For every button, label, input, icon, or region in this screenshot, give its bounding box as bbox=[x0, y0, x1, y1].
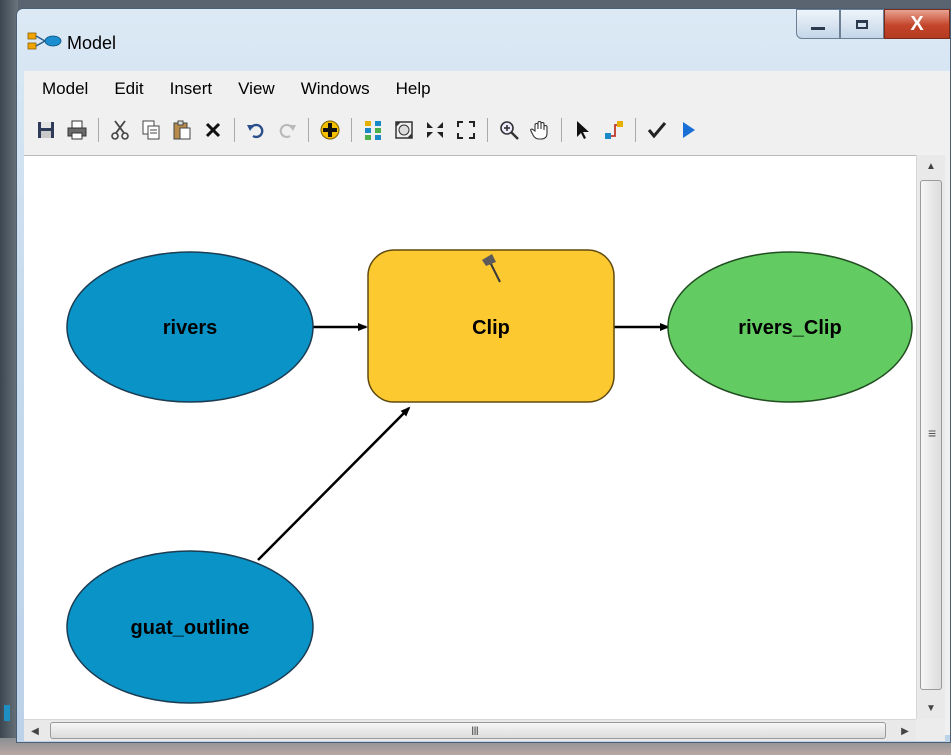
validate-button[interactable] bbox=[643, 116, 671, 144]
menu-model[interactable]: Model bbox=[34, 79, 99, 99]
menu-insert[interactable]: Insert bbox=[159, 79, 224, 99]
close-icon: X bbox=[910, 12, 924, 35]
toolbar-separator bbox=[234, 118, 235, 142]
window-client-area: Model Edit Insert View Windows Help rive… bbox=[24, 71, 950, 741]
window-controls: X bbox=[796, 9, 950, 39]
scroll-down-arrow-icon[interactable]: ▼ bbox=[917, 697, 945, 719]
zoom-in-button[interactable] bbox=[495, 116, 523, 144]
pan-icon bbox=[530, 121, 548, 140]
paste-button[interactable] bbox=[168, 116, 196, 144]
vertical-grip-icon: ≡ bbox=[928, 425, 937, 441]
connect-button[interactable] bbox=[600, 116, 628, 144]
undo-button[interactable] bbox=[242, 116, 270, 144]
validate-icon bbox=[647, 122, 667, 139]
node-rivers[interactable]: rivers bbox=[66, 251, 314, 403]
add-data-button[interactable] bbox=[316, 116, 344, 144]
node-guat-outline-label: guat_outline bbox=[131, 617, 250, 639]
toolbar-separator bbox=[635, 118, 636, 142]
select-icon bbox=[577, 121, 589, 139]
minimize-icon bbox=[811, 26, 825, 30]
model-canvas[interactable]: rivers Clip rivers_Clip guat_outline bbox=[24, 155, 945, 720]
menu-view[interactable]: View bbox=[227, 79, 286, 99]
cut-icon bbox=[111, 120, 129, 140]
minimize-button[interactable] bbox=[796, 9, 840, 39]
paste-icon bbox=[173, 120, 191, 140]
copy-icon bbox=[142, 120, 160, 140]
maximize-button[interactable] bbox=[840, 9, 884, 39]
model-diagram: rivers Clip rivers_Clip guat_outline bbox=[66, 249, 913, 704]
node-rivers-clip-label: rivers_Clip bbox=[738, 317, 841, 339]
horizontal-grip-icon: III bbox=[471, 724, 479, 738]
cut-button[interactable] bbox=[106, 116, 134, 144]
redo-button[interactable] bbox=[273, 116, 301, 144]
connect-icon bbox=[605, 121, 623, 139]
horizontal-scroll-thumb[interactable]: III bbox=[50, 722, 886, 739]
fixed-zoom-in-icon bbox=[427, 122, 443, 138]
print-icon bbox=[67, 120, 87, 140]
toolbar-separator bbox=[98, 118, 99, 142]
toolbar-separator bbox=[561, 118, 562, 142]
menu-help[interactable]: Help bbox=[385, 79, 442, 99]
fixed-zoom-in-button[interactable] bbox=[421, 116, 449, 144]
window-title: Model bbox=[67, 33, 117, 53]
toolbar bbox=[32, 109, 910, 151]
scroll-left-arrow-icon[interactable]: ◀ bbox=[24, 720, 46, 742]
vertical-scroll-thumb[interactable]: ≡ bbox=[920, 180, 942, 690]
add-data-icon bbox=[320, 120, 340, 140]
model-window: Model X Model Edit Insert View Windows H… bbox=[16, 8, 951, 743]
menu-edit[interactable]: Edit bbox=[103, 79, 154, 99]
undo-icon bbox=[247, 123, 264, 139]
node-rivers-label: rivers bbox=[163, 317, 218, 339]
save-icon bbox=[38, 122, 54, 138]
title-bar[interactable]: Model X bbox=[17, 9, 950, 71]
toolbar-separator bbox=[308, 118, 309, 142]
fixed-zoom-out-icon bbox=[457, 121, 475, 139]
toolbar-separator bbox=[487, 118, 488, 142]
maximize-icon bbox=[856, 19, 868, 29]
desktop-accent bbox=[4, 705, 10, 721]
copy-button[interactable] bbox=[137, 116, 165, 144]
scroll-up-arrow-icon[interactable]: ▲ bbox=[917, 155, 945, 177]
select-button[interactable] bbox=[569, 116, 597, 144]
delete-button[interactable] bbox=[199, 116, 227, 144]
pan-button[interactable] bbox=[526, 116, 554, 144]
toolbar-separator bbox=[351, 118, 352, 142]
run-button[interactable] bbox=[674, 116, 702, 144]
fixed-zoom-out-button[interactable] bbox=[452, 116, 480, 144]
full-extent-button[interactable] bbox=[390, 116, 418, 144]
node-rivers-clip[interactable]: rivers_Clip bbox=[667, 251, 913, 403]
node-clip-label: Clip bbox=[472, 317, 510, 339]
print-button[interactable] bbox=[63, 116, 91, 144]
close-button[interactable]: X bbox=[884, 9, 950, 39]
delete-icon bbox=[205, 122, 221, 138]
resize-grip-icon[interactable] bbox=[916, 719, 945, 741]
menu-bar: Model Edit Insert View Windows Help bbox=[24, 71, 950, 107]
vertical-scrollbar[interactable]: ▲ ≡ ▼ bbox=[916, 155, 945, 719]
redo-icon bbox=[279, 123, 296, 139]
auto-layout-button[interactable] bbox=[359, 116, 387, 144]
auto-layout-icon bbox=[365, 121, 381, 140]
zoom-in-icon bbox=[500, 121, 519, 140]
scroll-right-arrow-icon[interactable]: ▶ bbox=[894, 720, 916, 742]
node-guat-outline[interactable]: guat_outline bbox=[66, 550, 314, 704]
menu-windows[interactable]: Windows bbox=[290, 79, 381, 99]
full-extent-icon bbox=[395, 121, 413, 139]
connector-guat-outline-to-clip[interactable] bbox=[257, 406, 411, 561]
horizontal-scrollbar[interactable]: ◀ III ▶ bbox=[24, 719, 916, 741]
run-icon bbox=[683, 122, 695, 138]
model-app-icon bbox=[27, 32, 62, 50]
node-clip[interactable]: Clip bbox=[367, 249, 615, 403]
save-button[interactable] bbox=[32, 116, 60, 144]
